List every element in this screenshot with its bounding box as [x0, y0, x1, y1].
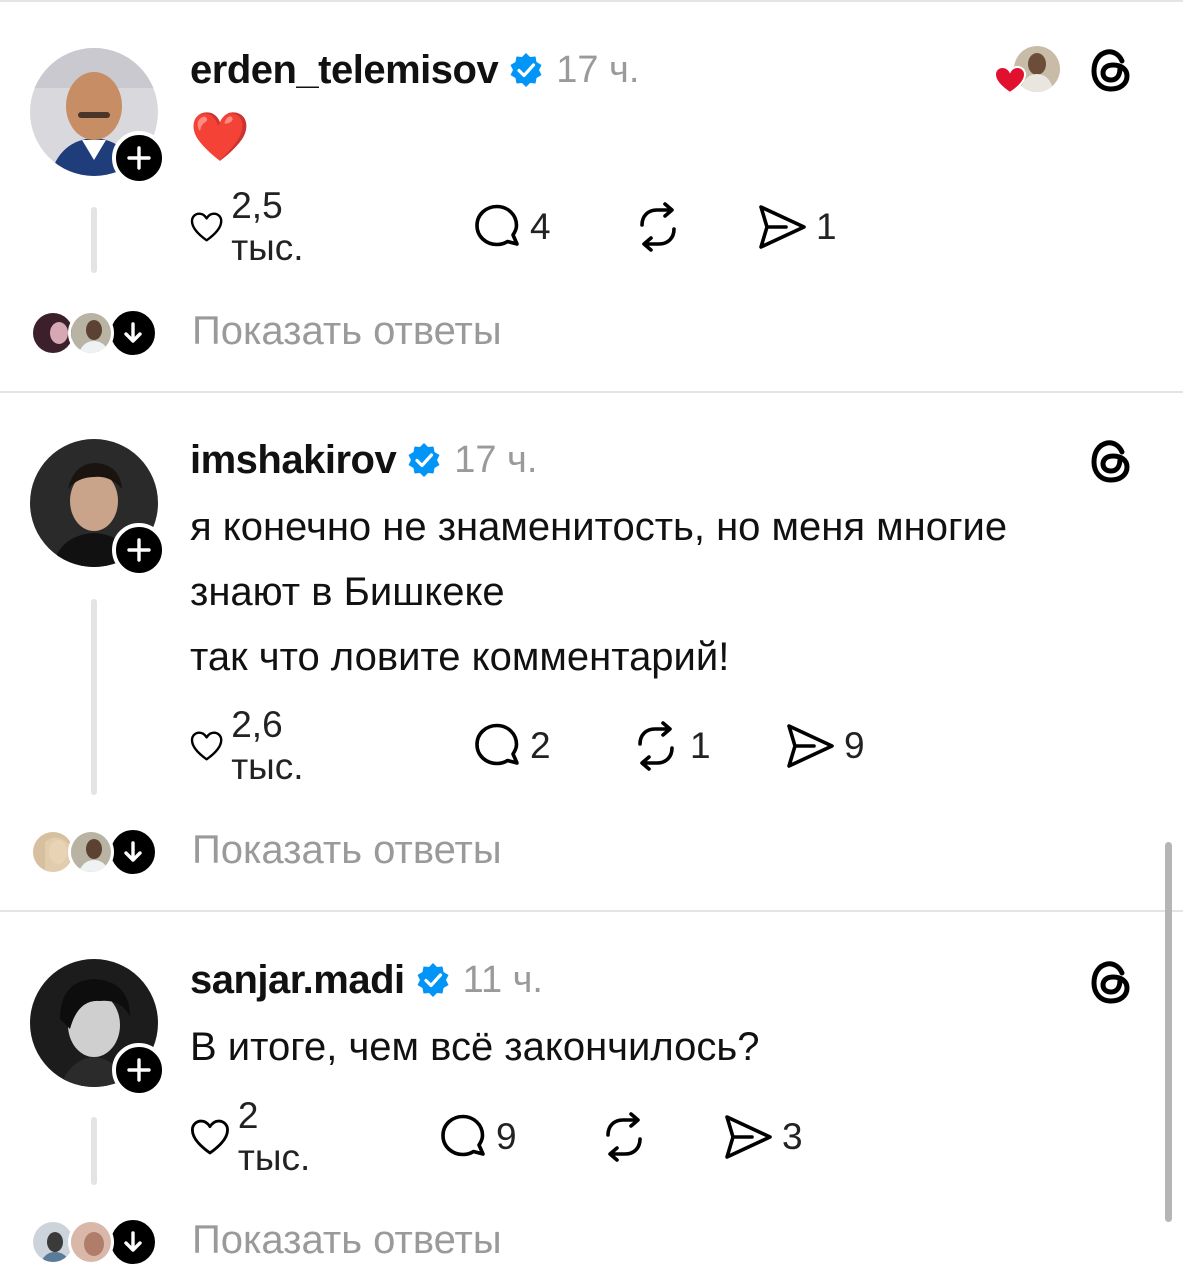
expand-replies-button[interactable]: [108, 308, 158, 358]
heart-icon: [190, 731, 223, 761]
replies-avatars[interactable]: [30, 824, 114, 880]
post-text-line: я конечно не знаменитость, но меня многи…: [190, 505, 1008, 549]
repost-icon: [606, 1112, 642, 1162]
arrow-down-icon: [124, 1231, 142, 1252]
reply-avatar: [68, 829, 114, 875]
show-replies-link[interactable]: Показать ответы: [192, 1218, 502, 1263]
like-button[interactable]: 2 тыс.: [190, 1095, 320, 1178]
like-count: 2,6 тыс.: [231, 704, 304, 787]
repost-icon: [640, 202, 676, 252]
username[interactable]: sanjar.madi: [190, 958, 405, 1003]
share-button[interactable]: 3: [722, 1109, 803, 1165]
repost-button[interactable]: [632, 199, 692, 255]
arrow-down-icon: [124, 841, 142, 862]
post-text-line: так что ловите комментарий!: [190, 635, 730, 679]
share-count: 9: [844, 725, 865, 766]
repost-count: 1: [690, 725, 711, 766]
verified-badge-icon: [510, 53, 542, 87]
follow-button[interactable]: [112, 523, 166, 577]
post-text: я конечно не знаменитость, но меня многи…: [190, 495, 1150, 690]
verified-badge-icon: [408, 443, 440, 477]
plus-icon: [127, 146, 151, 170]
post-time: 11 ч.: [462, 958, 543, 1001]
repost-button[interactable]: [598, 1109, 658, 1165]
share-button[interactable]: 9: [784, 718, 865, 774]
reply-avatar: [68, 1219, 114, 1265]
like-count: 2 тыс.: [237, 1095, 311, 1178]
post-text-line: В итоге, чем всё закончилось?: [190, 1025, 760, 1069]
show-replies-link[interactable]: Показать ответы: [192, 828, 502, 873]
arrow-down-icon: [124, 322, 142, 343]
comment-button[interactable]: 4: [472, 199, 551, 255]
show-replies-link[interactable]: Показать ответы: [192, 309, 502, 354]
post-time: 17 ч.: [556, 48, 640, 91]
comment-icon: [475, 204, 519, 247]
username[interactable]: imshakirov: [190, 438, 397, 483]
comment-count: 4: [530, 206, 551, 247]
share-count: 3: [782, 1116, 803, 1157]
threads-logo-icon[interactable]: [1086, 956, 1138, 1008]
comment-count: 9: [496, 1116, 517, 1157]
threads-logo-icon[interactable]: [1086, 44, 1138, 96]
plus-icon: [127, 538, 151, 562]
heart-icon: [190, 212, 223, 242]
post-header: erden_telemisov 17 ч.: [190, 45, 639, 95]
post-text-line: ❤️: [190, 111, 250, 164]
post-erden[interactable]: erden_telemisov 17 ч. ❤️ 2,5 тыс. 4 1 По…: [0, 0, 1183, 392]
like-count: 2,5 тыс.: [231, 185, 304, 268]
post-header: sanjar.madi 11 ч.: [190, 955, 543, 1005]
expand-replies-button[interactable]: [108, 827, 158, 877]
username[interactable]: erden_telemisov: [190, 48, 499, 93]
follow-button[interactable]: [112, 1043, 166, 1097]
heart-filled-icon: [994, 66, 1026, 94]
replies-avatars[interactable]: [30, 305, 114, 361]
post-text: В итоге, чем всё закончилось?: [190, 1015, 1150, 1080]
share-icon: [725, 1115, 772, 1159]
like-button[interactable]: 2,6 тыс.: [190, 704, 320, 787]
liked-by-indicator[interactable]: [994, 46, 1064, 96]
repost-button[interactable]: 1: [630, 718, 711, 774]
comment-button[interactable]: 9: [438, 1109, 517, 1165]
share-icon: [787, 724, 834, 768]
post-time: 17 ч.: [454, 438, 538, 481]
post-header: imshakirov 17 ч.: [190, 435, 537, 485]
thread-line: [91, 599, 97, 795]
expand-replies-button[interactable]: [108, 1217, 158, 1267]
comment-icon: [475, 723, 519, 766]
like-button[interactable]: 2,5 тыс.: [190, 185, 320, 268]
threads-logo-icon[interactable]: [1086, 435, 1138, 487]
share-button[interactable]: 1: [756, 199, 837, 255]
heart-icon: [190, 1119, 229, 1155]
scrollbar[interactable]: [1165, 842, 1172, 1222]
share-icon: [759, 205, 806, 249]
replies-avatars[interactable]: [30, 1214, 114, 1270]
thread-line: [91, 1117, 97, 1185]
comment-icon: [441, 1114, 485, 1157]
comment-button[interactable]: 2: [472, 718, 551, 774]
repost-icon: [638, 721, 674, 771]
follow-button[interactable]: [112, 131, 166, 185]
plus-icon: [127, 1058, 151, 1082]
post-sanjar[interactable]: sanjar.madi 11 ч. В итоге, чем всё закон…: [0, 912, 1183, 1280]
share-count: 1: [816, 206, 837, 247]
comment-count: 2: [530, 725, 551, 766]
post-text-line: знают в Бишкеке: [190, 570, 505, 614]
thread-line: [91, 207, 97, 273]
post-text: ❤️: [190, 105, 1150, 170]
post-imshakirov[interactable]: imshakirov 17 ч. я конечно не знаменитос…: [0, 393, 1183, 911]
verified-badge-icon: [417, 963, 449, 997]
reply-avatar: [68, 310, 114, 356]
